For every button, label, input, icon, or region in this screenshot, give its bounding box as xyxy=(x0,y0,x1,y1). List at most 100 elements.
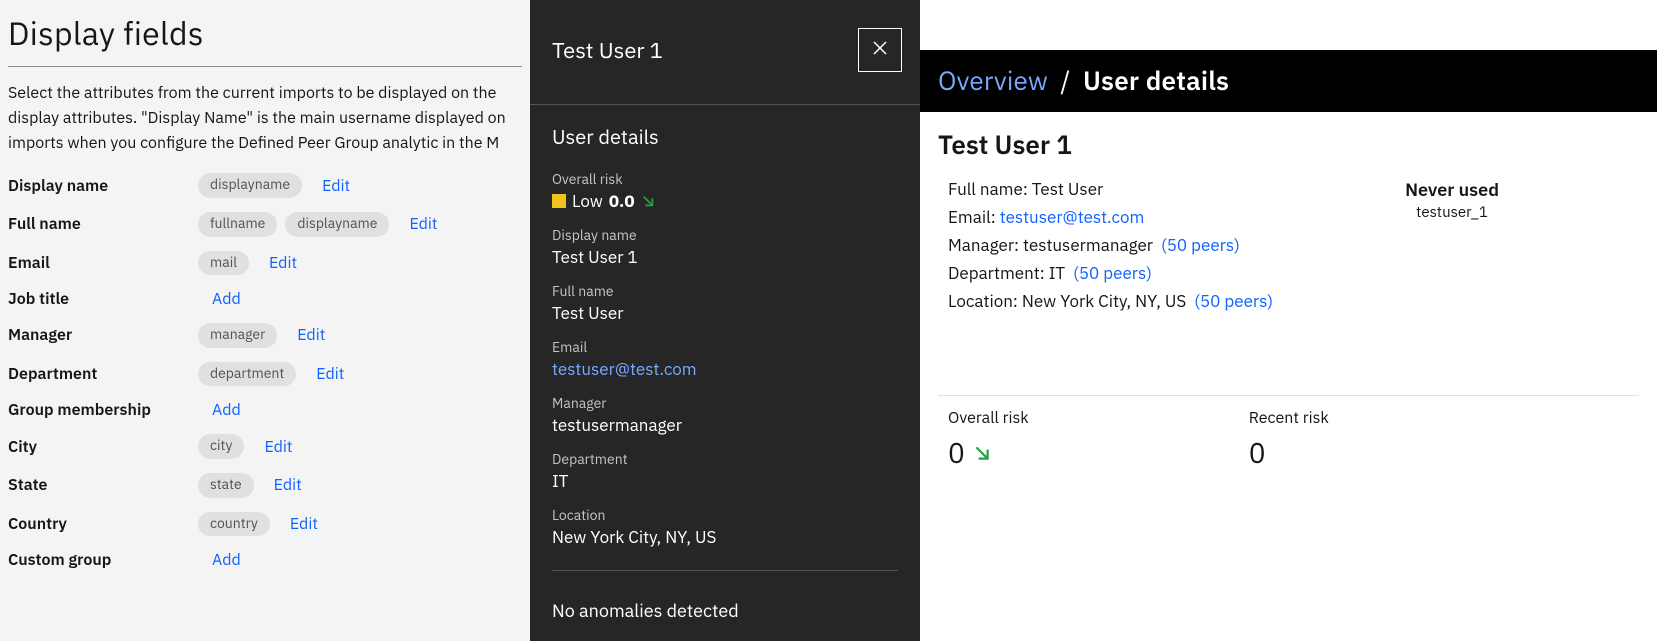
detail-item: Location New York City, NY, US xyxy=(552,506,898,548)
drawer-title: Test User 1 xyxy=(552,36,663,65)
detail-label: Department xyxy=(552,450,898,468)
field-tags: displayname xyxy=(198,173,302,198)
field-rows-container: Display namedisplaynameEditFull namefull… xyxy=(8,173,522,570)
department-peers-link[interactable]: (50 peers) xyxy=(1073,262,1152,284)
detail-item: Department IT xyxy=(552,450,898,492)
manager-value: testusermanager xyxy=(1023,234,1153,256)
attribute-tag[interactable]: manager xyxy=(198,323,277,348)
section-title: User details xyxy=(552,123,898,150)
page-title: Display fields xyxy=(8,12,522,54)
field-label: Custom group xyxy=(8,550,198,570)
trend-down-icon xyxy=(641,194,655,208)
field-row: Citycity Edit xyxy=(8,434,522,459)
edit-link[interactable]: Edit xyxy=(274,475,302,495)
add-link[interactable]: Add xyxy=(212,289,241,309)
detail-value: Test User 1 xyxy=(552,246,898,268)
field-label: Group membership xyxy=(8,400,198,420)
field-row: Job title Add xyxy=(8,289,522,309)
field-label: Country xyxy=(8,514,198,534)
department-label: Department: xyxy=(948,262,1045,284)
edit-link[interactable]: Edit xyxy=(316,364,344,384)
field-tags: department xyxy=(198,362,296,387)
attribute-tag[interactable]: mail xyxy=(198,251,249,276)
breadcrumb-separator: / xyxy=(1060,64,1070,98)
detail-item: Email testuser@test.com xyxy=(552,338,898,380)
edit-link[interactable]: Edit xyxy=(297,325,325,345)
field-label: Department xyxy=(8,364,198,384)
detail-value: IT xyxy=(552,470,898,492)
attribute-tag[interactable]: fullname xyxy=(198,212,277,237)
divider xyxy=(552,570,898,571)
field-row: Group membership Add xyxy=(8,400,522,420)
fullname-value: Test User xyxy=(1032,178,1103,200)
breadcrumb-current: User details xyxy=(1083,64,1229,98)
email-label: Email: xyxy=(948,206,996,228)
risk-value: 0.0 xyxy=(609,190,635,212)
add-link[interactable]: Add xyxy=(212,550,241,570)
recent-risk-block: Recent risk 0 xyxy=(1249,408,1329,471)
fullname-label: Full name: xyxy=(948,178,1028,200)
edit-link[interactable]: Edit xyxy=(409,214,437,234)
detail-label: Full name xyxy=(552,282,898,300)
detail-value-link[interactable]: testuser@test.com xyxy=(552,358,898,380)
risk-level: Low xyxy=(572,190,603,212)
edit-link[interactable]: Edit xyxy=(264,437,292,457)
detail-label: Display name xyxy=(552,226,898,244)
overall-risk-block: Overall risk 0 xyxy=(948,408,1029,471)
field-label: Full name xyxy=(8,214,198,234)
user-info-block: Full name: Test User Email: testuser@tes… xyxy=(938,178,1273,318)
edit-link[interactable]: Edit xyxy=(269,253,297,273)
add-link[interactable]: Add xyxy=(212,400,241,420)
user-id: testuser_1 xyxy=(1405,203,1499,222)
close-icon xyxy=(872,40,888,61)
edit-link[interactable]: Edit xyxy=(322,176,350,196)
detail-value: New York City, NY, US xyxy=(552,526,898,548)
attribute-tag[interactable]: displayname xyxy=(285,212,389,237)
field-label: Manager xyxy=(8,325,198,345)
field-label: Display name xyxy=(8,176,198,196)
field-label: State xyxy=(8,475,198,495)
field-row: Statestate Edit xyxy=(8,473,522,498)
field-row: Full namefullname displayname Edit xyxy=(8,212,522,237)
field-row: Custom group Add xyxy=(8,550,522,570)
location-peers-link[interactable]: (50 peers) xyxy=(1194,290,1273,312)
manager-peers-link[interactable]: (50 peers) xyxy=(1161,234,1240,256)
display-fields-description: Select the attributes from the current i… xyxy=(8,81,522,155)
attribute-tag[interactable]: department xyxy=(198,362,296,387)
recent-risk-label: Recent risk xyxy=(1249,408,1329,428)
user-overview-panel: Overview / User details Test User 1 Full… xyxy=(920,0,1657,641)
divider xyxy=(8,66,522,67)
detail-label: Email xyxy=(552,338,898,356)
detail-label: Location xyxy=(552,506,898,524)
field-tags: state xyxy=(198,473,254,498)
detail-item: Managertestusermanager xyxy=(552,394,898,436)
field-row: EmailmailEdit xyxy=(8,251,522,276)
overall-risk-value: 0 xyxy=(948,434,965,471)
detail-value: Test User xyxy=(552,302,898,324)
risk-label: Overall risk xyxy=(552,170,898,188)
field-label: City xyxy=(8,437,198,457)
detail-value: testusermanager xyxy=(552,414,898,436)
department-value: IT xyxy=(1049,262,1065,284)
field-label: Job title xyxy=(8,289,198,309)
attribute-tag[interactable]: city xyxy=(198,434,244,459)
location-value: New York City, NY, US xyxy=(1022,290,1186,312)
edit-link[interactable]: Edit xyxy=(290,514,318,534)
field-tags: city xyxy=(198,434,244,459)
field-row: Departmentdepartment Edit xyxy=(8,362,522,387)
field-row: Display namedisplayname Edit xyxy=(8,173,522,198)
user-title: Test User 1 xyxy=(938,128,1639,162)
field-tags: manager xyxy=(198,323,277,348)
attribute-tag[interactable]: country xyxy=(198,512,270,537)
attribute-tag[interactable]: state xyxy=(198,473,254,498)
overall-risk-label: Overall risk xyxy=(948,408,1029,428)
never-used-label: Never used xyxy=(1405,178,1499,201)
detail-item: Full name Test User xyxy=(552,282,898,324)
risk-indicator-icon xyxy=(552,194,566,208)
email-link[interactable]: testuser@test.com xyxy=(1000,206,1145,228)
close-button[interactable] xyxy=(858,28,902,72)
attribute-tag[interactable]: displayname xyxy=(198,173,302,198)
manager-label: Manager: xyxy=(948,234,1019,256)
breadcrumb-overview-link[interactable]: Overview xyxy=(938,64,1048,98)
breadcrumb: Overview / User details xyxy=(920,50,1657,112)
